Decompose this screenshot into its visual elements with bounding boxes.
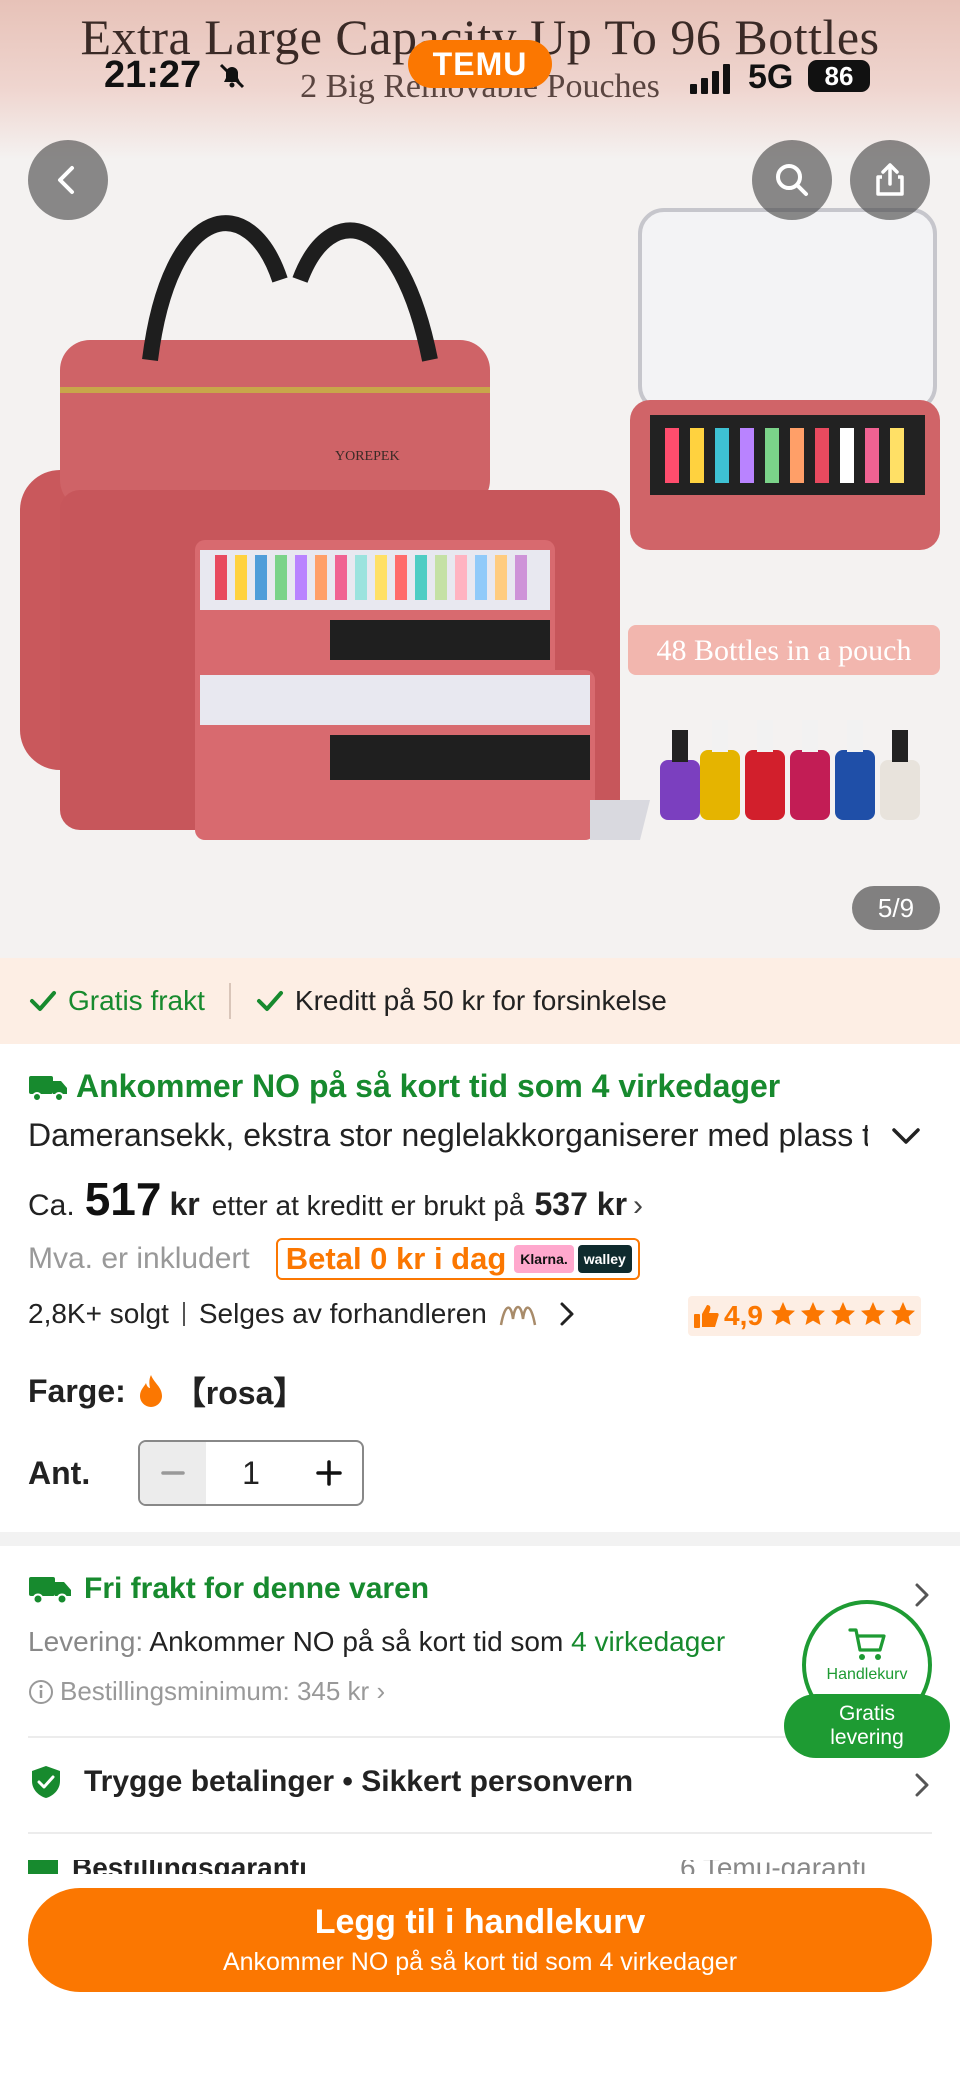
divider — [28, 1832, 932, 1834]
sales-seller-row[interactable]: 2,8K+ solgt Selges av forhandleren — [28, 1298, 579, 1330]
color-selector[interactable]: Farge: 【rosa】 — [28, 1368, 305, 1414]
check-icon — [256, 991, 283, 1011]
pay-later-badge[interactable]: Betal 0 kr i dag Klarna. walley — [275, 1238, 640, 1280]
star-icon — [770, 1301, 795, 1325]
order-minimum[interactable]: Bestillingsminimum: 345 kr › — [28, 1676, 385, 1707]
delivery-days: 4 virkedager — [571, 1626, 726, 1657]
decrease-button[interactable] — [140, 1442, 206, 1504]
back-button[interactable] — [28, 140, 108, 220]
temu-guarantee-count: 6 Temu-garanti — [680, 1860, 866, 1874]
back-arrow-icon — [58, 166, 74, 194]
bell-muted-icon — [219, 63, 245, 89]
battery-indicator: 86 — [808, 60, 870, 92]
chevron-right-icon — [560, 1302, 574, 1326]
star-icon — [890, 1301, 915, 1325]
order-guarantee-row[interactable]: Bestillingsgaranti 6 Temu-garanti — [0, 1860, 960, 1874]
truck-icon — [29, 1075, 67, 1102]
rating-badge[interactable]: 4,9 — [688, 1296, 921, 1336]
color-label: Farge: — [28, 1372, 126, 1409]
arrival-banner: Ankommer NO på så kort tid som 4 virkeda… — [28, 1068, 780, 1105]
seller-text: Selges av forhandleren — [198, 1298, 487, 1329]
star-icon — [800, 1301, 825, 1325]
quantity-stepper[interactable]: 1 — [138, 1440, 364, 1506]
arrival-text: Ankommer NO på så kort tid som 4 virkeda… — [76, 1068, 781, 1104]
minus-icon — [161, 1471, 185, 1475]
sold-count: 2,8K+ solgt — [28, 1298, 169, 1329]
cart-label: Handlekurv — [826, 1666, 908, 1683]
share-icon — [876, 163, 904, 196]
order-guarantee: Bestillingsgaranti — [28, 1860, 307, 1874]
image-page-counter: 5/9 — [852, 886, 940, 930]
price-note: etter at kreditt er brukt på — [211, 1190, 525, 1221]
seller-logo-icon — [499, 1305, 537, 1326]
delivery-label: Levering: — [28, 1626, 144, 1657]
thumbs-up-icon — [694, 1305, 719, 1328]
promo-divider — [228, 983, 231, 1019]
star-icon — [830, 1301, 855, 1325]
walley-logo: walley — [577, 1245, 632, 1273]
price-currency: kr — [169, 1186, 200, 1222]
quantity-row: Ant. 1 — [28, 1440, 364, 1506]
rating-stars — [767, 1300, 917, 1333]
free-shipping-title: Fri frakt for denne varen — [84, 1572, 430, 1605]
guarantee-icon — [28, 1860, 58, 1874]
plus-icon — [316, 1460, 342, 1486]
price-amount: 517 — [84, 1173, 162, 1225]
price-prefix: Ca. — [28, 1189, 75, 1222]
chevron-right-icon: › — [633, 1189, 644, 1222]
star-icon — [860, 1301, 885, 1325]
klarna-logo: Klarna. — [514, 1245, 574, 1273]
search-button[interactable] — [752, 140, 832, 220]
quantity-label: Ant. — [28, 1454, 91, 1491]
vat-row: Mva. er inkludert Betal 0 kr i dag Klarn… — [28, 1238, 640, 1280]
add-to-cart-sublabel: Ankommer NO på så kort tid som 4 virkeda… — [222, 1948, 738, 1976]
rating-value: 4,9 — [724, 1300, 763, 1331]
price-row[interactable]: Ca. 517 kr etter at kreditt er brukt på … — [28, 1172, 643, 1226]
chevron-right-icon[interactable] — [910, 1580, 934, 1610]
section-gap — [0, 1532, 960, 1546]
product-illustration: YOREPEK 48 Bottles in a pouch — [20, 208, 940, 840]
brand-print: YOREPEK — [335, 449, 400, 464]
pouch-caption: 48 Bottles in a pouch — [657, 634, 912, 667]
credit-label: Kreditt på 50 kr for forsinkelse — [294, 985, 667, 1016]
chevron-right-icon[interactable] — [910, 1770, 934, 1800]
free-shipping-row[interactable]: Fri frakt for denne varen — [28, 1572, 429, 1606]
order-guarantee-label: Bestillingsgaranti — [72, 1860, 307, 1874]
truck-icon — [29, 1577, 71, 1605]
temu-app-badge: TEMU — [408, 40, 552, 88]
free-shipping-label: Gratis frakt — [68, 985, 205, 1016]
share-button[interactable] — [850, 140, 930, 220]
search-icon — [776, 164, 808, 196]
color-value: 【rosa】 — [173, 1375, 306, 1411]
free-delivery-line1: Gratis — [838, 1702, 895, 1725]
order-minimum-text: Bestillingsminimum: 345 kr — [60, 1676, 370, 1706]
secure-payment-text: Trygge betalinger • Sikkert personvern — [84, 1765, 634, 1798]
chevron-down-icon[interactable] — [888, 1122, 924, 1152]
promo-strip: Gratis frakt Kreditt på 50 kr for forsin… — [0, 958, 960, 1044]
separator — [182, 1302, 185, 1326]
add-to-cart-label: Legg til i handlekurv — [314, 1903, 646, 1941]
price-before-credit: 537 kr — [534, 1186, 628, 1222]
chevron-right-icon: › — [369, 1676, 386, 1706]
info-icon — [29, 1679, 53, 1704]
product-title[interactable]: Dameransekk, ekstra stor neglelakkorgani… — [28, 1117, 868, 1154]
pay-later-text: Betal 0 kr i dag — [285, 1241, 507, 1276]
secure-payment-row[interactable]: Trygge betalinger • Sikkert personvern — [28, 1764, 633, 1800]
signal-icon — [690, 64, 730, 94]
product-image-gallery[interactable]: Extra Large Capacity Up To 96 Bottles 2 … — [0, 0, 960, 958]
check-icon — [30, 991, 56, 1011]
free-delivery-line2: levering — [830, 1726, 904, 1749]
delivery-text: Ankommer NO på så kort tid som — [149, 1626, 564, 1657]
increase-button[interactable] — [296, 1442, 362, 1504]
delivery-info: Levering: Ankommer NO på så kort tid som… — [28, 1626, 725, 1658]
quantity-value[interactable]: 1 — [206, 1442, 296, 1504]
add-to-cart-button[interactable]: Legg til i handlekurv Ankommer NO på så … — [28, 1888, 932, 1992]
network-label: 5G — [748, 58, 794, 96]
free-delivery-badge[interactable]: Gratis levering — [784, 1694, 950, 1758]
flame-icon — [139, 1375, 162, 1407]
vat-text: Mva. er inkludert — [28, 1242, 250, 1275]
shield-icon — [32, 1766, 60, 1798]
cart-icon — [848, 1628, 886, 1660]
status-time: 21:27 — [104, 54, 202, 96]
